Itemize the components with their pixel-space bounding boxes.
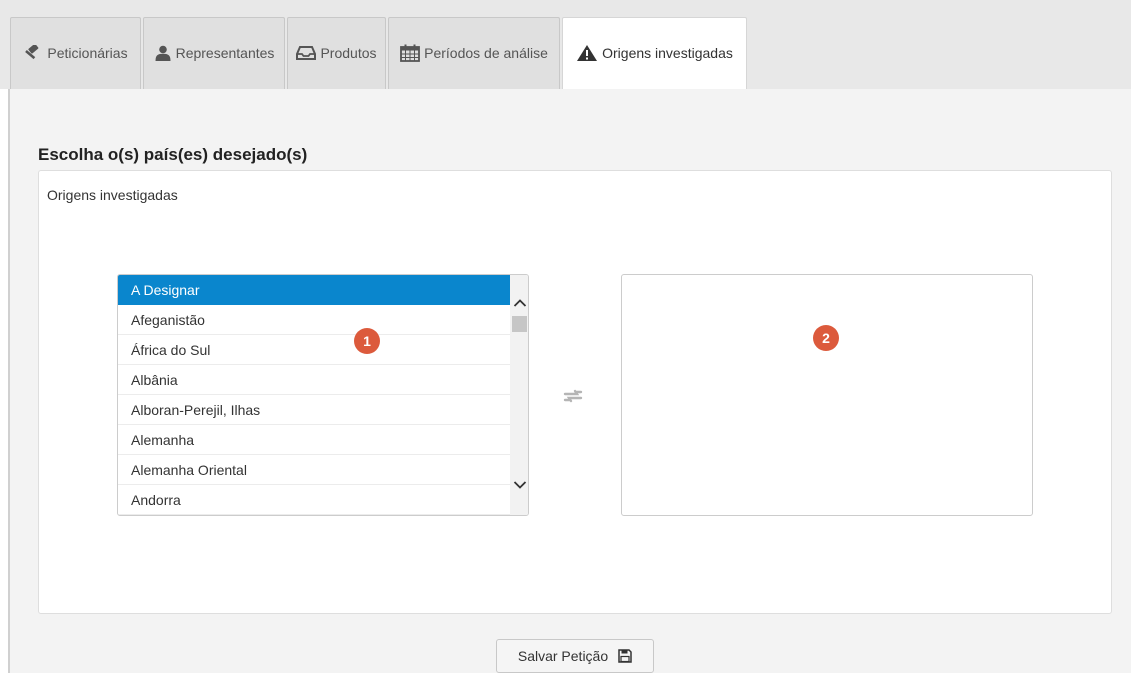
list-item[interactable]: A Designar <box>118 275 510 305</box>
selected-country-list[interactable] <box>621 274 1033 516</box>
user-icon <box>154 45 172 61</box>
list-item[interactable]: Afeganistão <box>118 305 510 335</box>
tab-label: Períodos de análise <box>424 44 548 61</box>
inbox-icon <box>296 45 317 61</box>
chevron-down-icon <box>513 481 526 489</box>
tab-label: Origens investigadas <box>602 44 733 61</box>
save-button-label: Salvar Petição <box>517 648 609 664</box>
tab-produtos[interactable]: Produtos <box>287 17 386 89</box>
list-item[interactable]: Andorra <box>118 485 510 515</box>
floppy-disk-icon <box>618 649 632 663</box>
list-item[interactable]: África do Sul <box>118 335 510 365</box>
save-petition-button[interactable]: Salvar Petição <box>496 639 654 673</box>
list-item[interactable]: Alemanha <box>118 425 510 455</box>
gavel-icon <box>23 44 43 61</box>
exchange-icon <box>563 389 583 403</box>
list-item[interactable]: Albânia <box>118 365 510 395</box>
list-scrollbar[interactable] <box>510 275 528 515</box>
field-label: Origens investigadas <box>47 187 178 203</box>
transfer-button[interactable] <box>562 387 584 405</box>
scroll-up-button[interactable] <box>510 293 528 313</box>
tab-bar: Peticionárias Representantes Produtos Pe… <box>0 0 1131 89</box>
chevron-up-icon <box>513 299 526 307</box>
tab-origens-investigadas[interactable]: Origens investigadas <box>562 17 747 89</box>
source-country-list[interactable]: A Designar Afeganistão África do Sul Alb… <box>117 274 529 516</box>
tab-peticionarias[interactable]: Peticionárias <box>10 17 141 89</box>
tab-label: Representantes <box>175 44 275 61</box>
list-item[interactable]: Alemanha Oriental <box>118 455 510 485</box>
tab-label: Peticionárias <box>47 44 128 61</box>
warning-icon <box>576 44 598 62</box>
scroll-thumb[interactable] <box>512 316 527 332</box>
step-badge-2: 2 <box>813 325 839 351</box>
scroll-down-button[interactable] <box>510 475 528 495</box>
tab-representantes[interactable]: Representantes <box>143 17 285 89</box>
list-item[interactable]: Alboran-Perejil, Ilhas <box>118 395 510 425</box>
tab-label: Produtos <box>320 44 377 61</box>
section-title: Escolha o(s) país(es) desejado(s) <box>38 145 308 164</box>
tab-periodos-de-analise[interactable]: Períodos de análise <box>388 17 560 89</box>
step-badge-1: 1 <box>354 328 380 354</box>
calendar-icon <box>400 44 421 62</box>
